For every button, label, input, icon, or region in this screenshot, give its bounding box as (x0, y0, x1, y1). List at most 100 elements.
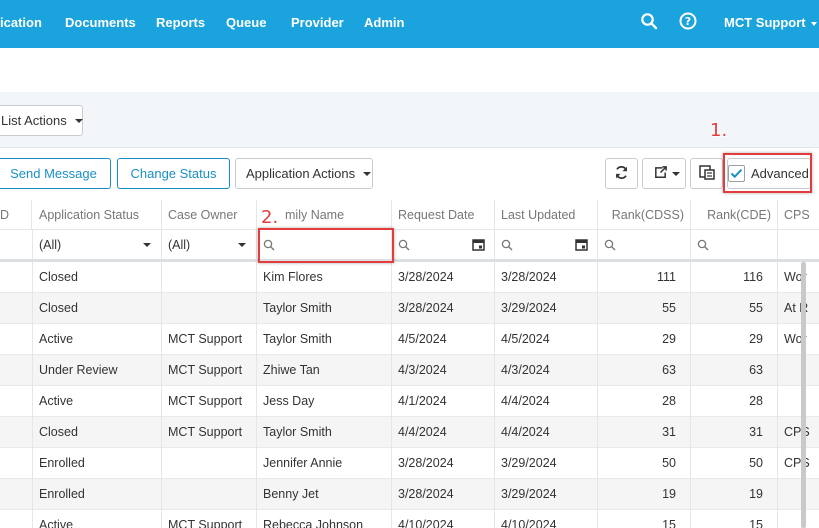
chevron-down-icon (238, 243, 246, 247)
table-row[interactable]: Active MCT Support Rebecca Johnson 4/10/… (0, 510, 819, 528)
help-icon[interactable]: ? (679, 12, 697, 30)
grid-header-row: D Application Status Case Owner mily Nam… (0, 200, 819, 230)
column-header-application-status[interactable]: Application Status (33, 200, 162, 230)
cell-cps: CPS (784, 425, 810, 439)
cell-cps: Wor (784, 332, 807, 346)
cell-rank-cdss: 15 (598, 510, 691, 528)
search-icon (604, 239, 616, 251)
cell-last-updated: 3/28/2024 (495, 262, 598, 293)
cell-rank-cde: 29 (691, 324, 778, 355)
filter-application-status[interactable]: (All) (33, 230, 162, 259)
column-header-id[interactable]: D (0, 200, 32, 230)
grid-filter-row: (All) (All) (0, 230, 819, 262)
cell-case-owner (162, 448, 257, 479)
cell-id (0, 293, 33, 324)
cell-id (0, 479, 33, 510)
nav-documents[interactable]: Documents (65, 15, 136, 30)
cell-rank-cde: 116 (691, 262, 778, 293)
user-name: MCT Support (724, 15, 806, 30)
cell-last-updated: 4/4/2024 (495, 417, 598, 448)
cell-cps (778, 479, 819, 510)
vertical-scrollbar[interactable] (801, 262, 806, 528)
cell-last-updated: 4/4/2024 (495, 386, 598, 417)
cell-cps: At R (784, 301, 809, 315)
search-icon[interactable] (640, 12, 658, 30)
cell-last-updated: 4/10/2024 (495, 510, 598, 528)
cell-application-status: Closed (33, 262, 162, 293)
filter-cps-input[interactable] (778, 230, 819, 259)
column-chooser-icon (698, 164, 715, 183)
svg-text:?: ? (685, 15, 691, 28)
cell-case-owner: MCT Support (162, 510, 257, 528)
cell-id (0, 417, 33, 448)
nav-queue[interactable]: Queue (226, 15, 266, 30)
cell-application-status: Enrolled (33, 448, 162, 479)
cell-request-date: 4/5/2024 (392, 324, 495, 355)
table-row[interactable]: Closed Taylor Smith 3/28/2024 3/29/2024 … (0, 293, 819, 324)
cell-request-date: 4/1/2024 (392, 386, 495, 417)
table-row[interactable]: Active MCT Support Taylor Smith 4/5/2024… (0, 324, 819, 355)
table-row[interactable]: Enrolled Benny Jet 3/28/2024 3/29/2024 1… (0, 479, 819, 510)
application-actions-label: Application Actions (246, 166, 356, 181)
filter-rank-cdss-input[interactable] (598, 230, 691, 259)
cell-case-owner (162, 479, 257, 510)
filter-owner-value: (All) (168, 238, 191, 252)
cell-family-name: Rebecca Johnson (257, 510, 392, 528)
cell-cps: Wor (784, 270, 807, 284)
filter-case-owner[interactable]: (All) (162, 230, 257, 259)
send-message-button[interactable]: Send Message (0, 158, 111, 189)
cell-cps (778, 355, 819, 386)
cell-id (0, 324, 33, 355)
cell-request-date: 3/28/2024 (392, 262, 495, 293)
column-chooser-button[interactable] (690, 158, 723, 189)
cell-family-name: Jennifer Annie (257, 448, 392, 479)
table-row[interactable]: Enrolled Jennifer Annie 3/28/2024 3/29/2… (0, 448, 819, 479)
column-header-request-date[interactable]: Request Date (392, 200, 495, 230)
user-menu[interactable]: MCT Support (724, 15, 818, 30)
cell-application-status: Active (33, 324, 162, 355)
cell-rank-cdss: 19 (598, 479, 691, 510)
nav-provider[interactable]: Provider (291, 15, 344, 30)
cell-id (0, 448, 33, 479)
filter-status-value: (All) (39, 238, 62, 252)
cell-rank-cde: 31 (691, 417, 778, 448)
filter-last-updated-input[interactable] (495, 230, 598, 259)
nav-application[interactable]: ication (0, 15, 42, 30)
filter-rank-cde-input[interactable] (691, 230, 778, 259)
cell-application-status: Under Review (33, 355, 162, 386)
filter-request-date-input[interactable] (392, 230, 495, 259)
nav-admin[interactable]: Admin (364, 15, 404, 30)
cell-family-name: Taylor Smith (257, 293, 392, 324)
column-header-rank-cde[interactable]: Rank(CDE) (691, 200, 778, 230)
table-row[interactable]: Active MCT Support Jess Day 4/1/2024 4/4… (0, 386, 819, 417)
column-header-cps[interactable]: CPS (778, 200, 819, 230)
table-row[interactable]: Closed MCT Support Taylor Smith 4/4/2024… (0, 417, 819, 448)
export-button[interactable] (642, 158, 686, 189)
cell-cps (778, 386, 819, 417)
nav-reports[interactable]: Reports (156, 15, 205, 30)
refresh-button[interactable] (605, 158, 638, 189)
table-row[interactable]: Under Review MCT Support Zhiwe Tan 4/3/2… (0, 355, 819, 386)
cell-request-date: 3/28/2024 (392, 448, 495, 479)
refresh-icon (614, 165, 629, 183)
application-actions-button[interactable]: Application Actions (235, 158, 373, 189)
cell-cps: CPS (784, 456, 810, 470)
cell-rank-cdss: 28 (598, 386, 691, 417)
change-status-button[interactable]: Change Status (117, 158, 230, 189)
step-1-label: 1. (710, 120, 728, 141)
cell-case-owner: MCT Support (162, 355, 257, 386)
table-row[interactable]: Closed Kim Flores 3/28/2024 3/28/2024 11… (0, 262, 819, 293)
cell-request-date: 3/28/2024 (392, 293, 495, 324)
chevron-down-icon (363, 171, 372, 176)
list-actions-button[interactable]: List Actions (0, 105, 83, 136)
cell-request-date: 3/28/2024 (392, 479, 495, 510)
column-header-case-owner[interactable]: Case Owner (162, 200, 257, 230)
cell-rank-cde: 50 (691, 448, 778, 479)
calendar-icon[interactable] (472, 238, 485, 251)
calendar-icon[interactable] (575, 238, 588, 251)
cell-last-updated: 3/29/2024 (495, 448, 598, 479)
cell-rank-cdss: 50 (598, 448, 691, 479)
cell-application-status: Closed (33, 417, 162, 448)
column-header-rank-cdss[interactable]: Rank(CDSS) (598, 200, 691, 230)
column-header-last-updated[interactable]: Last Updated (495, 200, 598, 230)
